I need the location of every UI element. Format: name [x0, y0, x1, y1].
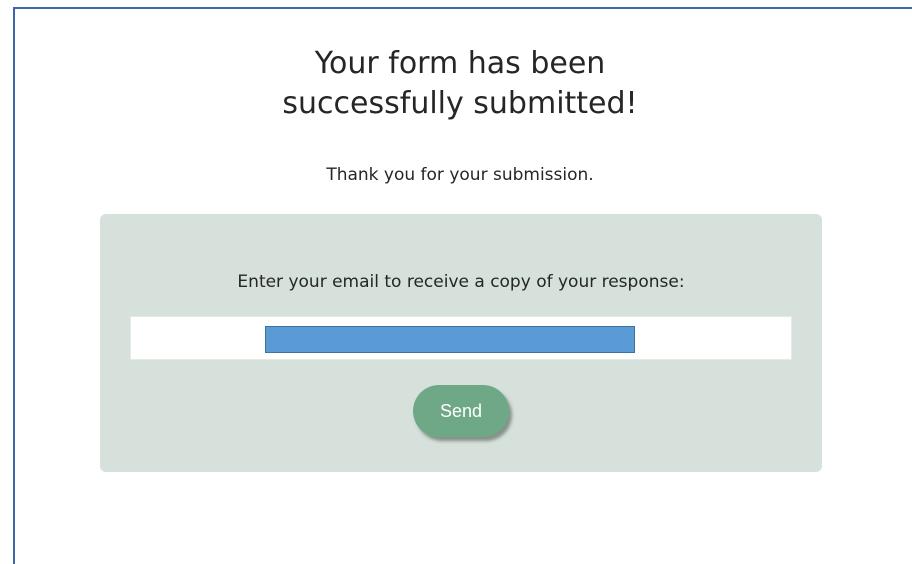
send-button[interactable]: Send [413, 385, 509, 437]
confirmation-title-line-2: successfully submitted! [282, 86, 638, 121]
email-redaction-box [265, 326, 635, 353]
email-prompt-label: Enter your email to receive a copy of yo… [237, 272, 685, 292]
email-input[interactable] [130, 316, 792, 360]
confirmation-title-line-1: Your form has been [314, 46, 606, 81]
confirmation-title: Your form has been successfully submitte… [240, 44, 680, 124]
email-copy-panel: Enter your email to receive a copy of yo… [100, 214, 822, 472]
thank-you-message: Thank you for your submission. [326, 165, 594, 185]
